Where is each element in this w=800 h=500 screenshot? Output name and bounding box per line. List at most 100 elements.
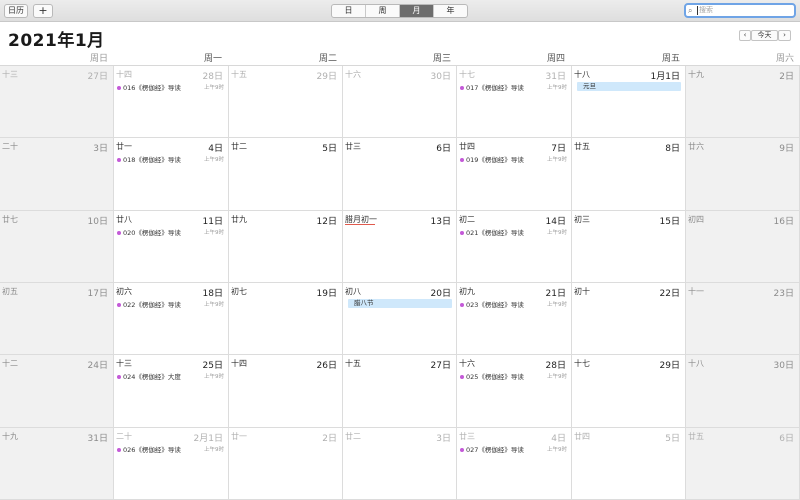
lunar-date: 十八 xyxy=(688,359,704,369)
calendar-event[interactable]: 017《楞伽经》导读 上午9时 xyxy=(460,83,567,93)
calendar-event[interactable]: 025《楞伽经》导读 上午9时 xyxy=(460,372,567,382)
lunar-date: 十七 xyxy=(574,359,590,369)
day-number: 18日 xyxy=(202,288,223,299)
view-day-tab[interactable]: 日 xyxy=(332,5,366,17)
day-cell[interactable]: 廿六 9日 xyxy=(686,138,800,211)
event-dot-icon xyxy=(117,158,121,163)
lunar-date: 十五 xyxy=(345,359,361,369)
day-number: 23日 xyxy=(773,288,794,299)
day-cell[interactable]: 腊月初一 13日 xyxy=(343,210,457,283)
calendars-button[interactable]: 日历 xyxy=(4,4,28,18)
day-cell[interactable]: 廿八 11日 020《楞伽经》导读 上午9时 xyxy=(114,210,229,283)
search-icon: ⌕ xyxy=(688,6,693,15)
day-cell[interactable]: 初十 22日 xyxy=(572,282,686,356)
add-event-button[interactable]: + xyxy=(33,4,53,18)
weekday-label: 周日 xyxy=(89,54,108,64)
day-cell[interactable]: 廿五 8日 xyxy=(572,138,686,211)
day-cell[interactable]: 初四 16日 xyxy=(686,210,800,283)
day-cell[interactable]: 廿七 10日 xyxy=(0,210,114,283)
day-cell[interactable]: 初七 19日 xyxy=(229,282,343,356)
calendar-event[interactable]: 022《楞伽经》导读 上午9时 xyxy=(117,300,224,310)
day-number: 30日 xyxy=(430,72,451,82)
day-cell[interactable]: 二十 2月1日 026《楞伽经》导读 上午9时 xyxy=(114,427,229,500)
day-cell[interactable]: 廿五 6日 xyxy=(686,427,800,500)
day-cell[interactable]: 十五 29日 xyxy=(229,66,343,139)
day-cell[interactable]: 十八 1月1日 元旦 xyxy=(572,66,686,139)
lunar-date: 十九 xyxy=(2,431,18,441)
calendar-event[interactable]: 023《楞伽经》导读 上午9时 xyxy=(460,300,567,310)
lunar-date: 初四 xyxy=(688,214,704,224)
view-year-tab[interactable]: 年 xyxy=(434,5,467,17)
calendar-event[interactable]: 016《楞伽经》导读 上午9时 xyxy=(117,83,224,93)
day-cell[interactable]: 二十 3日 xyxy=(0,138,114,211)
lunar-date: 初二 xyxy=(459,214,475,224)
day-cell[interactable]: 初二 14日 021《楞伽经》导读 上午9时 xyxy=(457,210,572,283)
day-cell[interactable]: 初八 20日 腊八节 xyxy=(343,282,457,356)
day-cell[interactable]: 十三 27日 xyxy=(0,66,114,139)
event-time: 上午9时 xyxy=(547,229,567,236)
event-title: 025《楞伽经》导读 xyxy=(466,373,524,382)
calendar-event[interactable]: 024《楞伽经》大度 上午9时 xyxy=(117,372,224,382)
view-week-tab[interactable]: 周 xyxy=(366,5,400,17)
next-month-button[interactable]: › xyxy=(778,30,791,41)
lunar-date: 廿三 xyxy=(459,431,475,441)
day-cell[interactable]: 初九 21日 023《楞伽经》导读 上午9时 xyxy=(457,282,572,356)
day-number: 3日 xyxy=(436,433,451,444)
day-number: 31日 xyxy=(87,433,108,444)
day-cell[interactable]: 廿四 5日 xyxy=(572,427,686,500)
calendar-event[interactable]: 020《楞伽经》导读 上午9时 xyxy=(117,228,224,238)
search-field[interactable]: ⌕ 搜索 xyxy=(684,3,796,18)
calendar-event[interactable]: 018《楞伽经》导读 上午9时 xyxy=(117,155,224,165)
day-cell[interactable]: 十八 30日 xyxy=(686,355,800,428)
weekday-label: 周一 xyxy=(203,54,222,64)
day-cell[interactable]: 十九 31日 xyxy=(0,427,114,500)
all-day-event[interactable]: 腊八节 xyxy=(348,298,452,308)
lunar-date: 十四 xyxy=(116,70,132,79)
event-title: 026《楞伽经》导读 xyxy=(123,445,181,454)
day-cell[interactable]: 十一 23日 xyxy=(686,282,800,356)
day-cell[interactable]: 廿三 6日 xyxy=(343,138,457,211)
day-cell[interactable]: 廿一 4日 018《楞伽经》导读 上午9时 xyxy=(114,138,229,211)
previous-month-button[interactable]: ‹ xyxy=(739,30,751,41)
event-dot-icon xyxy=(460,447,464,452)
calendar-event[interactable]: 026《楞伽经》导读 上午9时 xyxy=(117,445,224,455)
day-number: 17日 xyxy=(87,288,108,299)
day-cell[interactable]: 廿二 5日 xyxy=(229,138,343,211)
day-cell[interactable]: 廿九 12日 xyxy=(229,210,343,283)
day-cell[interactable]: 十五 27日 xyxy=(343,355,457,428)
calendar-event[interactable]: 027《楞伽经》导读 上午9时 xyxy=(460,445,567,455)
day-cell[interactable]: 十四 26日 xyxy=(229,355,343,428)
lunar-date: 廿二 xyxy=(345,431,361,441)
day-cell[interactable]: 十七 31日 017《楞伽经》导读 上午9时 xyxy=(457,66,572,139)
day-cell[interactable]: 十九 2日 xyxy=(686,66,800,139)
day-number: 24日 xyxy=(87,361,108,372)
day-cell[interactable]: 十四 28日 016《楞伽经》导读 上午9时 xyxy=(114,66,229,139)
calendar-event[interactable]: 021《楞伽经》导读 上午9时 xyxy=(460,228,567,238)
today-button[interactable]: 今天 xyxy=(751,30,778,41)
day-cell[interactable]: 十七 29日 xyxy=(572,355,686,428)
all-day-event[interactable]: 元旦 xyxy=(577,82,681,91)
lunar-date: 十六 xyxy=(345,70,361,79)
lunar-date: 十八 xyxy=(574,70,590,79)
text-caret xyxy=(697,6,698,15)
day-number: 28日 xyxy=(202,72,223,82)
event-time: 上午9时 xyxy=(204,374,224,381)
day-cell[interactable]: 十六 30日 xyxy=(343,66,457,139)
day-cell[interactable]: 初五 17日 xyxy=(0,282,114,356)
event-time: 上午9时 xyxy=(204,157,224,164)
day-cell[interactable]: 初三 15日 xyxy=(572,210,686,283)
day-cell[interactable]: 廿三 4日 027《楞伽经》导读 上午9时 xyxy=(457,427,572,500)
calendar-event[interactable]: 019《楞伽经》导读 上午9时 xyxy=(460,155,567,165)
lunar-date: 廿五 xyxy=(574,142,590,152)
day-cell[interactable]: 初六 18日 022《楞伽经》导读 上午9时 xyxy=(114,282,229,356)
day-cell[interactable]: 十二 24日 xyxy=(0,355,114,428)
day-cell[interactable]: 廿一 2日 xyxy=(229,427,343,500)
day-cell[interactable]: 十六 28日 025《楞伽经》导读 上午9时 xyxy=(457,355,572,428)
weekday-label: 周四 xyxy=(546,54,565,64)
day-number: 27日 xyxy=(430,361,451,372)
day-cell[interactable]: 十三 25日 024《楞伽经》大度 上午9时 xyxy=(114,355,229,428)
day-cell[interactable]: 廿二 3日 xyxy=(343,427,457,500)
day-cell[interactable]: 廿四 7日 019《楞伽经》导读 上午9时 xyxy=(457,138,572,211)
view-month-tab[interactable]: 月 xyxy=(400,5,434,17)
lunar-date: 廿八 xyxy=(116,214,132,224)
